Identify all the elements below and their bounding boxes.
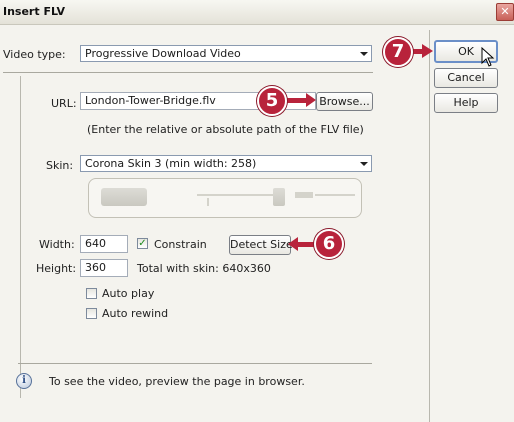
browse-button[interactable]: Browse... [316,92,373,111]
url-value: London-Tower-Bridge.flv [85,94,216,107]
info-message: To see the video, preview the page in br… [49,375,305,388]
chevron-down-icon [360,52,368,56]
divider [3,72,373,73]
skin-value: Corona Skin 3 (min width: 258) [85,157,257,170]
width-input[interactable]: 640 [80,235,128,253]
step-callout-ok: 7 [383,37,413,67]
url-hint: (Enter the relative or absolute path of … [87,123,364,136]
step-callout-detect-size: 6 [314,229,344,259]
skin-select[interactable]: Corona Skin 3 (min width: 258) [80,155,372,172]
play-control-shape [101,188,147,206]
height-input[interactable]: 360 [80,259,128,277]
skin-label: Skin: [46,159,74,172]
callout-pointer-bar [284,98,308,103]
auto-rewind-label: Auto rewind [102,307,169,320]
video-type-label: Video type: [3,48,66,61]
detect-size-button[interactable]: Detect Size [229,235,293,255]
dialog-titlebar: Insert FLV ✕ [0,0,514,25]
width-label: Width: [39,238,75,251]
volume-control-shape [273,188,285,206]
constrain-label: Constrain [154,238,207,251]
step-callout-browse: 5 [257,86,287,116]
help-button[interactable]: Help [434,93,498,113]
left-border [20,76,21,398]
url-label: URL: [51,97,77,110]
volume-bar [295,192,313,198]
skin-preview [88,178,362,218]
constrain-checkbox[interactable]: ✓ [137,238,148,249]
cancel-button[interactable]: Cancel [434,68,498,88]
volume-track [315,194,355,196]
button-column-border [429,30,430,422]
mouse-pointer-icon [481,47,495,67]
video-type-value: Progressive Download Video [85,47,241,60]
width-value: 640 [85,237,106,250]
seek-tick [207,198,209,206]
seek-track [197,194,281,196]
auto-play-checkbox[interactable] [86,288,97,299]
height-value: 360 [85,261,106,274]
auto-rewind-checkbox[interactable] [86,308,97,319]
dialog-title: Insert FLV [3,5,65,18]
total-with-skin-text: Total with skin: 640x360 [137,262,271,275]
divider [18,363,372,364]
callout-pointer-tip [306,93,316,107]
height-label: Height: [36,262,77,275]
info-icon: i [16,373,32,389]
auto-play-label: Auto play [102,287,155,300]
close-icon[interactable]: ✕ [496,3,514,21]
callout-pointer-tip [422,44,433,58]
chevron-down-icon [360,162,368,166]
video-type-select[interactable]: Progressive Download Video [80,45,372,62]
